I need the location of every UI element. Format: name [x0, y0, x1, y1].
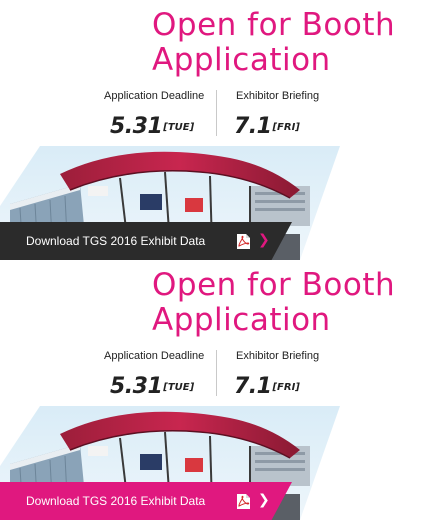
headline-line-1: Open for Booth — [152, 267, 396, 303]
download-exhibit-data-button[interactable]: Download TGS 2016 Exhibit Data ❯ — [0, 482, 292, 520]
divider — [216, 350, 217, 396]
dates-info: Application Deadline 5.31[TUE] Exhibitor… — [100, 350, 340, 400]
deadline-label: Application Deadline — [104, 350, 205, 362]
chevron-right-icon: ❯ — [258, 492, 270, 508]
deadline-weekday: [TUE] — [163, 382, 195, 393]
deadline-date: 5.31[TUE] — [110, 114, 204, 139]
booth-application-banner-hover: Open for Booth Application Application D… — [0, 260, 426, 520]
headline-line-2: Application — [152, 42, 331, 78]
briefing-block: Exhibitor Briefing 7.1[FRI] — [234, 90, 320, 139]
headline: Open for Booth Application — [152, 268, 395, 338]
briefing-weekday: [FRI] — [272, 122, 300, 133]
chevron-right-icon: ❯ — [258, 232, 270, 248]
briefing-weekday: [FRI] — [272, 382, 300, 393]
deadline-date: 5.31[TUE] — [110, 374, 204, 399]
briefing-date: 7.1[FRI] — [234, 374, 319, 399]
download-label: Download TGS 2016 Exhibit Data — [26, 494, 206, 508]
headline-line-1: Open for Booth — [152, 7, 396, 43]
briefing-label: Exhibitor Briefing — [236, 90, 320, 102]
headline-line-2: Application — [152, 302, 331, 338]
pdf-icon — [237, 234, 250, 249]
deadline-block: Application Deadline 5.31[TUE] — [104, 350, 204, 399]
deadline-block: Application Deadline 5.31[TUE] — [104, 90, 204, 139]
dates-info: Application Deadline 5.31[TUE] Exhibitor… — [100, 90, 340, 140]
briefing-date-value: 7.1 — [234, 374, 272, 399]
briefing-block: Exhibitor Briefing 7.1[FRI] — [234, 350, 320, 399]
download-exhibit-data-button[interactable]: Download TGS 2016 Exhibit Data ❯ — [0, 222, 292, 260]
download-label: Download TGS 2016 Exhibit Data — [26, 234, 206, 248]
headline: Open for Booth Application — [152, 8, 395, 78]
briefing-date: 7.1[FRI] — [234, 114, 319, 139]
deadline-date-value: 5.31 — [110, 374, 163, 399]
divider — [216, 90, 217, 136]
deadline-label: Application Deadline — [104, 90, 205, 102]
deadline-date-value: 5.31 — [110, 114, 163, 139]
deadline-weekday: [TUE] — [163, 122, 195, 133]
briefing-date-value: 7.1 — [234, 114, 272, 139]
booth-application-banner: Open for Booth Application Application D… — [0, 0, 426, 260]
briefing-label: Exhibitor Briefing — [236, 350, 320, 362]
pdf-icon — [237, 494, 250, 509]
